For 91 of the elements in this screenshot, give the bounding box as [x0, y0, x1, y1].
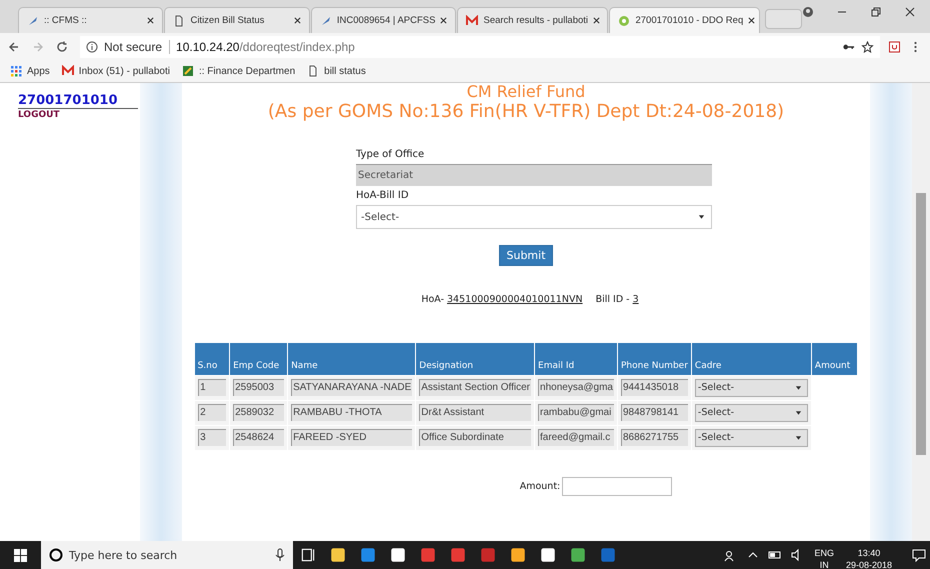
bill-id-link[interactable]: 3: [632, 294, 639, 305]
column-header: Designation: [416, 343, 535, 375]
field-label: HoA-Bill ID: [356, 190, 409, 201]
table-input[interactable]: 1: [198, 379, 226, 396]
bookmark[interactable]: Inbox (51) - pullaboti: [62, 65, 170, 77]
column-header: Emp Code: [230, 343, 288, 375]
table-input[interactable]: fareed@gmail.c: [538, 429, 614, 446]
shield-icon[interactable]: [888, 40, 901, 52]
table-input[interactable]: Dr&t Assistant: [419, 404, 532, 421]
field-label: Type of Office: [356, 149, 424, 160]
apps-grid-icon: [10, 65, 22, 77]
column-header: S.no: [194, 343, 230, 375]
table-input[interactable]: 3: [198, 429, 226, 446]
app-icon[interactable]: [539, 546, 557, 564]
hoa-label: HoA-: [421, 294, 444, 305]
browser-tab[interactable]: 27001701010 - DDO Req: [609, 7, 760, 33]
profile-icon[interactable]: [802, 6, 814, 18]
clock[interactable]: 13:40 29-08-2018: [846, 547, 892, 569]
table-input[interactable]: 9848798141: [621, 404, 688, 421]
scrollbar[interactable]: [912, 83, 930, 541]
cadre-dropdown[interactable]: -Select-: [694, 404, 808, 422]
table-input[interactable]: 9441435018: [621, 379, 688, 396]
caret-icon: [794, 434, 802, 440]
back-icon[interactable]: [8, 40, 20, 52]
caret-icon: [794, 384, 802, 390]
windows-start-icon[interactable]: [14, 548, 27, 562]
address-bar[interactable]: Not secure 10.10.24.20/ddoreqtest/index.php: [80, 36, 880, 58]
column-header: Cadre: [691, 343, 812, 375]
info-icon: [86, 40, 98, 52]
column-header: Phone Number: [618, 343, 692, 375]
table-input[interactable]: 2548624: [233, 429, 284, 446]
browser-tab[interactable]: INC0089654 | APCFSS: [310, 7, 456, 33]
bill-id-label: Bill ID -: [596, 294, 630, 305]
table-input[interactable]: Office Subordinate: [419, 429, 532, 446]
browser-tab[interactable]: :: CFMS ::: [18, 7, 164, 33]
table-input[interactable]: Assistant Section Officer: [419, 379, 532, 396]
close-icon[interactable]: [593, 17, 600, 24]
close-icon[interactable]: [904, 6, 916, 18]
table-input[interactable]: 2589032: [233, 404, 284, 421]
table-input[interactable]: FAREED -SYED: [291, 429, 412, 446]
reload-icon[interactable]: [56, 40, 68, 52]
cadre-dropdown[interactable]: -Select-: [694, 378, 808, 396]
bookmark[interactable]: bill status: [307, 65, 366, 77]
table-input[interactable]: 2595003: [233, 379, 284, 396]
hoa-link[interactable]: 3451000900004010011NVN: [447, 294, 583, 305]
table-input[interactable]: rambabu@gmai: [538, 404, 614, 421]
table-input[interactable]: 2: [198, 404, 226, 421]
circle-icon: [49, 548, 63, 562]
column-header: Name: [288, 343, 416, 375]
user-id-link[interactable]: 27001701010: [18, 93, 138, 109]
close-icon[interactable]: [147, 17, 154, 24]
language-indicator[interactable]: ENG IN: [814, 547, 834, 569]
logout-link[interactable]: LOGOUT: [18, 110, 60, 120]
cadre-dropdown[interactable]: -Select-: [694, 428, 808, 446]
table-input[interactable]: nhoneysa@gma: [538, 379, 614, 396]
notification-icon[interactable]: [912, 548, 926, 562]
amount-field[interactable]: [562, 476, 672, 496]
page-icon: [307, 65, 320, 77]
close-icon[interactable]: [440, 17, 448, 24]
restore-icon[interactable]: [870, 6, 882, 18]
app-icon[interactable]: [569, 546, 587, 564]
caret-icon: [794, 410, 802, 416]
app-icon[interactable]: [389, 546, 407, 564]
leaf-icon: [182, 65, 194, 77]
bill-id-dropdown[interactable]: -Select-: [356, 205, 712, 229]
browser-tab[interactable]: Citizen Bill Status: [164, 7, 310, 33]
page-title: CM Relief Fund: [466, 83, 586, 101]
star-icon[interactable]: [861, 40, 874, 52]
app-icon[interactable]: [329, 546, 347, 564]
close-icon[interactable]: [748, 17, 756, 24]
table-input[interactable]: SATYANARAYANA -NADE: [291, 379, 412, 396]
table-input[interactable]: 8686271755: [621, 429, 688, 446]
submit-button[interactable]: Submit: [499, 245, 553, 266]
page-subtitle: (As per GOMS No:136 Fin(HR V-TFR) Dept Dt:24-08-2018): [268, 101, 784, 123]
close-icon[interactable]: [294, 17, 301, 24]
microphone-icon[interactable]: [275, 548, 285, 562]
mail-icon: [466, 14, 478, 26]
column-header: Email Id: [534, 343, 618, 375]
page-icon: [173, 14, 186, 26]
bookmark[interactable]: Apps: [10, 65, 50, 77]
amount-label: Amount:: [520, 480, 560, 492]
app-icon[interactable]: [509, 546, 527, 564]
office-field[interactable]: Secretariat: [356, 164, 712, 186]
mail-icon: [62, 65, 74, 77]
bookmark[interactable]: :: Finance Departmen: [182, 65, 296, 77]
table-input[interactable]: RAMBABU -THOTA: [291, 404, 412, 421]
column-header: Amount: [811, 343, 858, 375]
browser-tab[interactable]: Search results - pullaboti: [457, 7, 608, 33]
taskbar-search-field[interactable]: Type here to search: [41, 541, 293, 569]
task-view-icon[interactable]: [299, 546, 317, 564]
caret-icon: [698, 214, 705, 220]
